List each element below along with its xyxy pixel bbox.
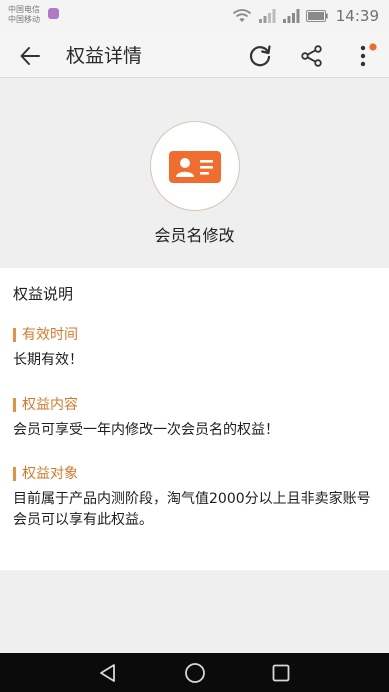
back-arrow-icon[interactable] [18,44,42,68]
battery-icon [305,10,328,22]
benefit-hero: 会员名修改 [0,79,389,267]
member-card-icon [169,151,221,183]
nav-home-icon[interactable] [184,662,206,684]
section-benefit-content: 权益内容 会员可享受一年内修改一次会员名的权益！ [13,396,383,441]
section-marker [13,398,16,412]
clock: 14:39 [335,7,379,25]
section-label: 权益对象 [22,466,78,482]
section-text: 会员可享受一年内修改一次会员名的权益！ [13,422,279,438]
section-label: 有效时间 [22,327,78,343]
section-valid-time: 有效时间 长期有效！ [13,326,383,371]
carrier-1: 中国电信 [8,5,40,14]
description-heading: 权益说明 [13,285,74,303]
section-text: 长期有效！ [13,352,83,368]
section-label: 权益内容 [22,397,78,413]
benefit-description: 权益说明 有效时间 长期有效！ 权益内容 会员可享受一年内修改一次会员名的权益！… [0,268,389,570]
page-title: 权益详情 [66,45,143,67]
notification-dot [369,43,377,51]
section-marker [13,467,16,481]
signal-2-icon [282,9,300,23]
toolbar: 权益详情 [0,34,389,78]
benefit-title: 会员名修改 [154,226,235,245]
more-icon[interactable] [352,42,378,70]
share-icon[interactable] [300,44,324,68]
status-bar: 中国电信 中国移动 14:39 [0,0,389,34]
app-notification-icon [48,8,59,19]
carrier-2: 中国移动 [8,15,40,24]
signal-1-icon [258,9,276,23]
refresh-icon[interactable] [247,43,273,69]
nav-recent-icon[interactable] [272,664,290,682]
section-text: 目前属于产品内测阶段，淘气值2000分以上且非卖家账号会员可以享有此权益。 [13,491,371,528]
nav-back-icon[interactable] [98,663,118,683]
section-marker [13,328,16,342]
status-indicators: 14:39 [232,7,379,25]
carrier-info: 中国电信 中国移动 [8,5,40,25]
benefit-icon-circle [150,121,240,211]
section-benefit-target: 权益对象 目前属于产品内测阶段，淘气值2000分以上且非卖家账号会员可以享有此权… [13,465,383,531]
empty-area [0,570,389,653]
system-nav-bar [0,653,389,692]
wifi-icon [232,9,251,22]
